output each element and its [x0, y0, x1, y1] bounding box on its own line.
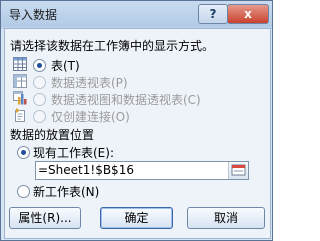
placement-heading: 数据的放置位置: [10, 128, 95, 142]
range-value: =Sheet1!$B$16: [38, 163, 134, 177]
new-sheet-label: 新工作表(N): [33, 185, 100, 199]
import-data-dialog: 导入数据 ? x 请选择该数据在工作簿中的显示方式。 表(T) 数据透视表(P)…: [0, 0, 273, 241]
option-pivot-chart-radio[interactable]: [33, 93, 46, 106]
collapse-dialog-icon: [231, 164, 246, 176]
table-icon: [13, 57, 27, 71]
option-connection-only-radio[interactable]: [33, 110, 46, 123]
dialog-title: 导入数据: [9, 8, 58, 22]
option-table-radio[interactable]: [33, 59, 46, 72]
option-connection-only-label: 仅创建连接(O): [51, 110, 130, 124]
title-bar: 导入数据 ? x: [1, 1, 272, 27]
pivot-chart-icon: [13, 91, 27, 105]
connection-icon: [15, 108, 25, 122]
range-input[interactable]: =Sheet1!$B$16: [35, 161, 249, 180]
dialog-body: 请选择该数据在工作簿中的显示方式。 表(T) 数据透视表(P) 数据透视图和数据…: [4, 28, 271, 239]
close-button[interactable]: x: [227, 4, 269, 24]
option-pivot-table-label: 数据透视表(P): [51, 76, 128, 90]
cancel-button[interactable]: 取消: [187, 207, 265, 229]
option-pivot-table-radio[interactable]: [33, 76, 46, 89]
option-pivot-chart-label: 数据透视图和数据透视表(C): [51, 93, 201, 107]
option-table-label: 表(T): [51, 59, 80, 73]
new-sheet-radio[interactable]: [17, 185, 30, 198]
ok-button[interactable]: 确定: [100, 207, 173, 229]
existing-sheet-radio[interactable]: [17, 146, 30, 159]
properties-button[interactable]: 属性(R)...: [9, 207, 81, 229]
existing-sheet-label: 现有工作表(E):: [33, 146, 114, 160]
help-button[interactable]: ?: [198, 4, 228, 24]
pivot-table-icon: [13, 74, 27, 88]
display-mode-prompt: 请选择该数据在工作簿中的显示方式。: [10, 39, 215, 53]
range-picker-button[interactable]: [228, 162, 248, 179]
